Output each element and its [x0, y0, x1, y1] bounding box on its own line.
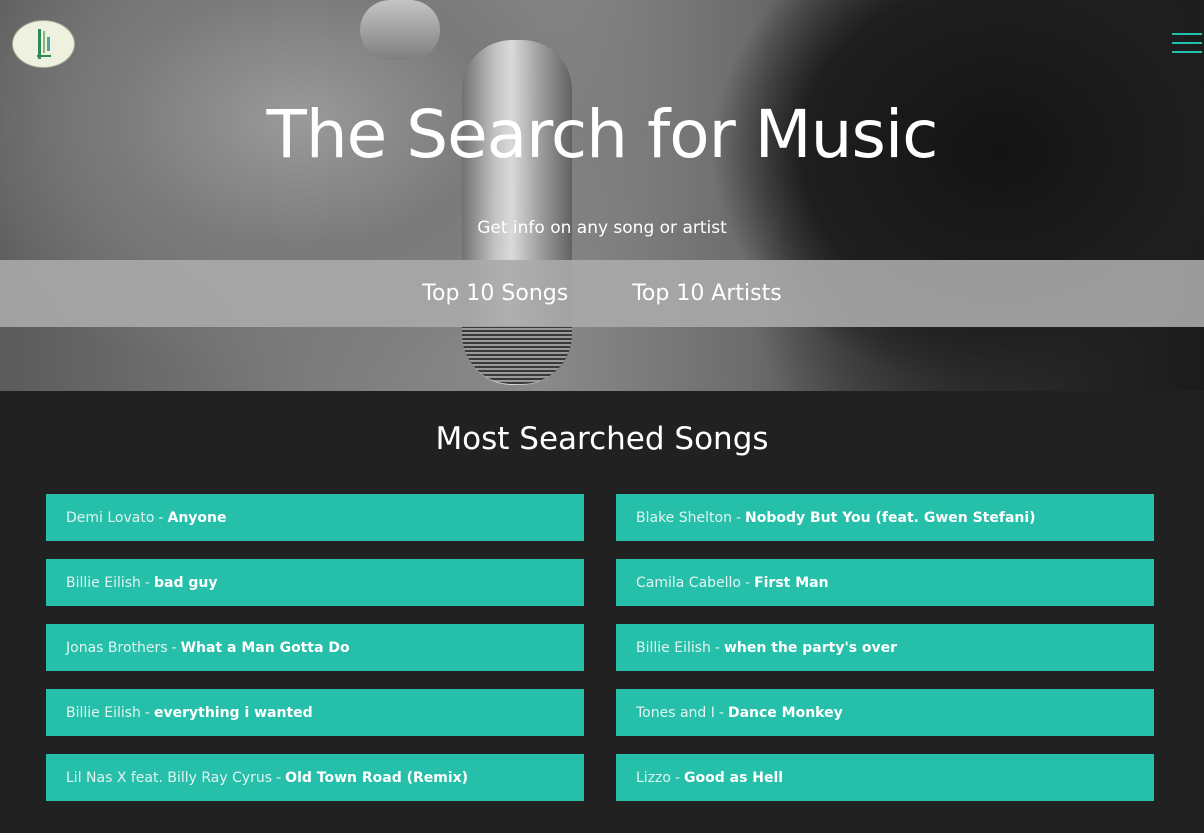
song-separator: -	[714, 639, 720, 656]
song-separator: -	[276, 769, 282, 786]
hamburger-menu-icon[interactable]	[1172, 33, 1202, 55]
song-artist: Billie Eilish	[66, 704, 141, 721]
song-card[interactable]: Billie Eilish - when the party's over	[616, 624, 1154, 671]
song-card[interactable]: Blake Shelton - Nobody But You (feat. Gwen…	[616, 494, 1154, 541]
page-title: The Search for Music	[266, 96, 939, 173]
song-title: What a Man Gotta Do	[180, 639, 350, 656]
song-separator: -	[158, 509, 164, 526]
logo-mark	[36, 29, 51, 59]
microphone-grille-image	[462, 326, 572, 384]
song-artist: Camila Cabello	[636, 574, 741, 591]
nav-link-top-songs[interactable]: Top 10 Songs	[422, 281, 568, 306]
song-separator: -	[144, 704, 150, 721]
song-title: when the party's over	[723, 639, 898, 656]
song-title: Dance Monkey	[727, 704, 843, 721]
song-title: Good as Hell	[684, 769, 784, 786]
nav-link-top-artists[interactable]: Top 10 Artists	[632, 281, 782, 306]
song-card[interactable]: Camila Cabello - First Man	[616, 559, 1154, 606]
song-separator: -	[144, 574, 150, 591]
song-card[interactable]: Jonas Brothers - What a Man Gotta Do	[46, 624, 584, 671]
song-artist: Blake Shelton	[636, 509, 732, 526]
song-artist: Demi Lovato	[66, 509, 155, 526]
song-artist: Lil Nas X feat. Billy Ray Cyrus	[66, 769, 273, 786]
song-card[interactable]: Lil Nas X feat. Billy Ray Cyrus - Old Town…	[46, 754, 584, 801]
song-title: Old Town Road (Remix)	[285, 769, 469, 786]
hero-banner: The Search for Music Get info on any son…	[0, 0, 1204, 391]
song-separator: -	[171, 639, 177, 656]
song-artist: Tones and I	[636, 704, 715, 721]
song-card[interactable]: Billie Eilish - everything i wanted	[46, 689, 584, 736]
most-searched-section: Most Searched Songs Demi Lovato - Anyone B…	[0, 391, 1204, 833]
song-title: Anyone	[167, 509, 227, 526]
song-list: Demi Lovato - Anyone Blake Shelton - Nobody …	[46, 494, 1154, 801]
song-artist: Billie Eilish	[636, 639, 711, 656]
song-card[interactable]: Billie Eilish - bad guy	[46, 559, 584, 606]
song-separator: -	[735, 509, 741, 526]
song-title: Nobody But You (feat. Gwen Stefani)	[745, 509, 1036, 526]
song-separator: -	[745, 574, 751, 591]
menu-bar-top	[1172, 33, 1202, 35]
microphone-arm-image	[360, 0, 440, 60]
song-card[interactable]: Tones and I - Dance Monkey	[616, 689, 1154, 736]
top-nav: Top 10 Songs Top 10 Artists	[0, 260, 1204, 327]
song-title: First Man	[754, 574, 829, 591]
song-separator: -	[674, 769, 681, 786]
song-title: bad guy	[153, 574, 218, 591]
song-artist: Jonas Brothers	[66, 639, 168, 656]
song-card[interactable]: Demi Lovato - Anyone	[46, 494, 584, 541]
song-title: everything i wanted	[153, 704, 313, 721]
song-artist: Lizzo	[636, 769, 671, 786]
section-title: Most Searched Songs	[435, 421, 769, 457]
menu-bar-middle	[1172, 42, 1202, 44]
song-card[interactable]: Lizzo - Good as Hell	[616, 754, 1154, 801]
page-subtitle: Get info on any song or artist	[477, 218, 727, 238]
menu-bar-bottom	[1172, 51, 1202, 53]
song-artist: Billie Eilish	[66, 574, 141, 591]
song-separator: -	[718, 704, 724, 721]
logo-icon[interactable]	[12, 20, 75, 68]
